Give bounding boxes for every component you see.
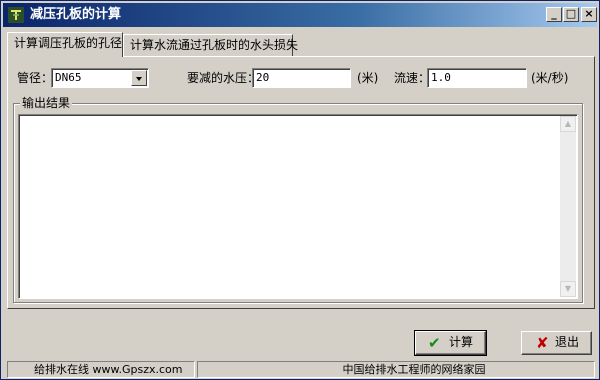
calculate-button[interactable]: ✔ 计算	[414, 330, 487, 356]
x-icon: ✘	[536, 334, 549, 352]
check-icon: ✔	[428, 334, 441, 352]
exit-label: 退出	[555, 335, 580, 349]
status-panel-slogan: 中国给排水工程师的网络家园	[197, 361, 595, 378]
output-legend: 输出结果	[20, 95, 73, 111]
app-icon	[8, 7, 24, 23]
exit-button[interactable]: ✘ 退出	[521, 331, 592, 355]
flow-velocity-input[interactable]: 1.0	[427, 68, 527, 88]
app-window: 减压孔板的计算 _ □ × 计算调压孔板的孔径 计算水流通过孔板时的水头损失 管…	[0, 0, 600, 380]
calculate-label: 计算	[449, 335, 474, 349]
window-title: 减压孔板的计算	[30, 7, 122, 22]
pipe-diameter-select[interactable]: DN65	[51, 68, 149, 88]
pressure-unit-label: (米)	[357, 71, 379, 85]
output-groupbox: 输出结果 ▲ ▼	[13, 95, 583, 303]
velocity-unit-label: (米/秒)	[531, 71, 569, 85]
status-panel-website: 给排水在线 www.Gpszx.com	[7, 361, 195, 378]
close-button[interactable]: ×	[581, 7, 597, 22]
flow-velocity-value: 1.0	[431, 71, 451, 84]
scroll-down-icon[interactable]: ▼	[560, 281, 576, 297]
pressure-reduction-input[interactable]: 20	[252, 68, 351, 88]
tab-head-loss[interactable]: 计算水流通过孔板时的水头损失	[123, 34, 298, 56]
pipe-diameter-label: 管径：	[17, 71, 54, 85]
pressure-reduction-value: 20	[256, 71, 270, 84]
pipe-diameter-value: DN65	[55, 71, 82, 84]
output-textarea[interactable]: ▲ ▼	[18, 114, 578, 299]
status-bar: 给排水在线 www.Gpszx.com 中国给排水工程师的网络家园	[3, 361, 597, 379]
minimize-button[interactable]: _	[546, 7, 562, 22]
scroll-up-icon[interactable]: ▲	[560, 116, 576, 132]
pressure-reduction-label: 要减的水压：	[187, 71, 260, 85]
flow-velocity-label: 流速：	[394, 71, 431, 85]
vertical-scrollbar[interactable]: ▲ ▼	[560, 116, 576, 297]
title-bar[interactable]: 减压孔板的计算 _ □ ×	[3, 3, 597, 27]
maximize-button[interactable]: □	[563, 7, 579, 22]
chevron-down-icon[interactable]	[131, 70, 147, 86]
status-slogan-text: 中国给排水工程师的网络家园	[342, 363, 486, 376]
tab-orifice-diameter[interactable]: 计算调压孔板的孔径	[7, 32, 123, 57]
